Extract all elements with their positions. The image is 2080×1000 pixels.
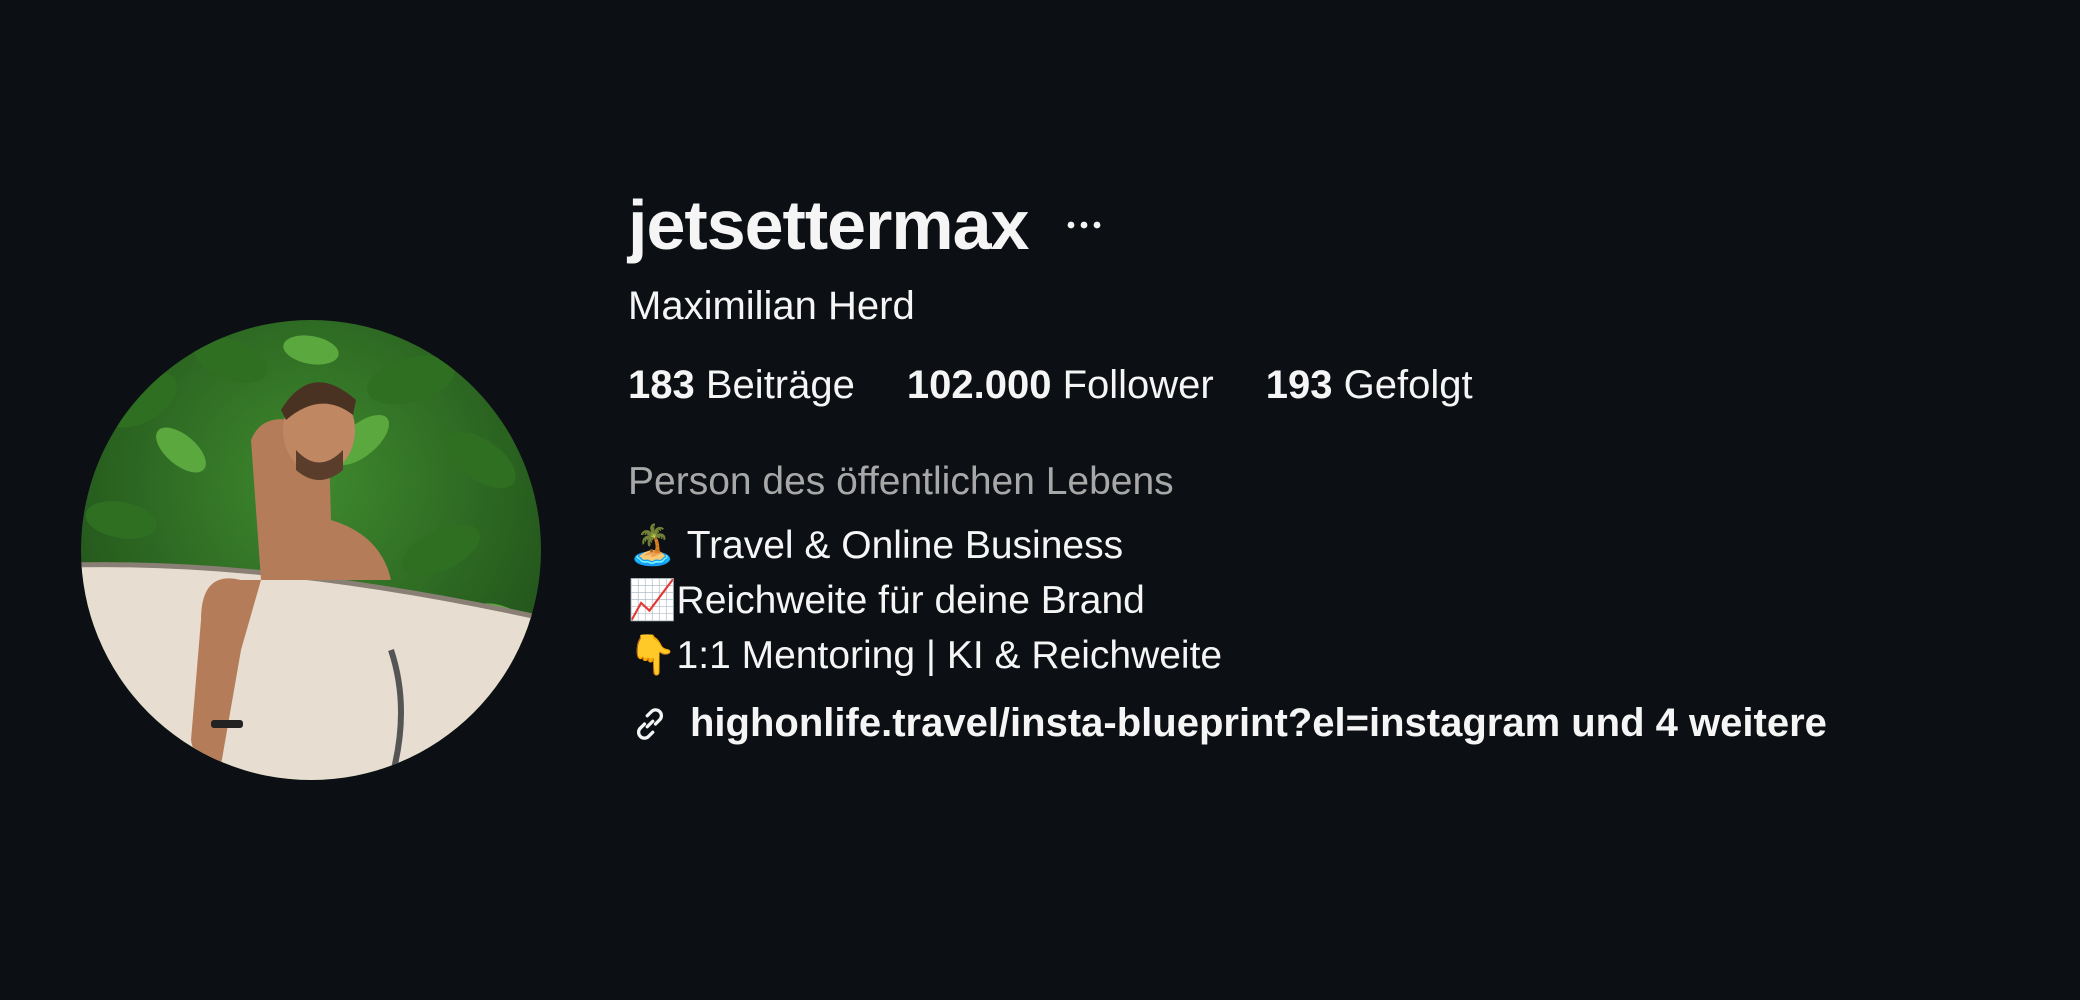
- profile-avatar[interactable]: [81, 320, 541, 780]
- profile-link-text: highonlife.travel/insta-blueprint?el=ins…: [690, 701, 1827, 745]
- link-icon: [636, 707, 664, 740]
- username-row: jetsettermax: [628, 180, 2028, 270]
- ellipsis-icon: [1068, 221, 1101, 229]
- more-options-button[interactable]: [1064, 205, 1104, 245]
- profile-photo: [81, 320, 541, 780]
- profile-link[interactable]: highonlife.travel/insta-blueprint?el=ins…: [628, 701, 2028, 746]
- stat-posts[interactable]: 183 Beiträge: [628, 363, 855, 408]
- stat-posts-label: Beiträge: [705, 363, 855, 407]
- bio-line: 👇1:1 Mentoring | KI & Reichweite: [628, 634, 1223, 677]
- full-name: Maximilian Herd: [628, 284, 915, 328]
- profile-info: jetsettermax Maximilian Herd 183 Beiträg…: [628, 180, 2028, 746]
- username: jetsettermax: [628, 186, 1029, 264]
- profile-bio: 🏝️ Travel & Online Business 📈Reichweite …: [628, 518, 2028, 683]
- stat-followers-count: 102.000: [906, 363, 1052, 407]
- stat-following[interactable]: 193 Gefolgt: [1266, 363, 1473, 408]
- bio-line: 📈Reichweite für deine Brand: [628, 579, 1145, 622]
- profile-category: Person des öffentlichen Lebens: [628, 460, 1174, 503]
- profile-stats: 183 Beiträge 102.000 Follower 193 Gefolg…: [628, 363, 2028, 408]
- stat-followers-label: Follower: [1062, 363, 1214, 407]
- bio-line: 🏝️ Travel & Online Business: [628, 524, 1124, 567]
- stat-following-count: 193: [1265, 363, 1333, 407]
- stat-following-label: Gefolgt: [1343, 363, 1473, 407]
- stat-posts-count: 183: [628, 363, 695, 407]
- profile-header: jetsettermax Maximilian Herd 183 Beiträg…: [0, 0, 2080, 1000]
- stat-followers[interactable]: 102.000 Follower: [907, 363, 1214, 408]
